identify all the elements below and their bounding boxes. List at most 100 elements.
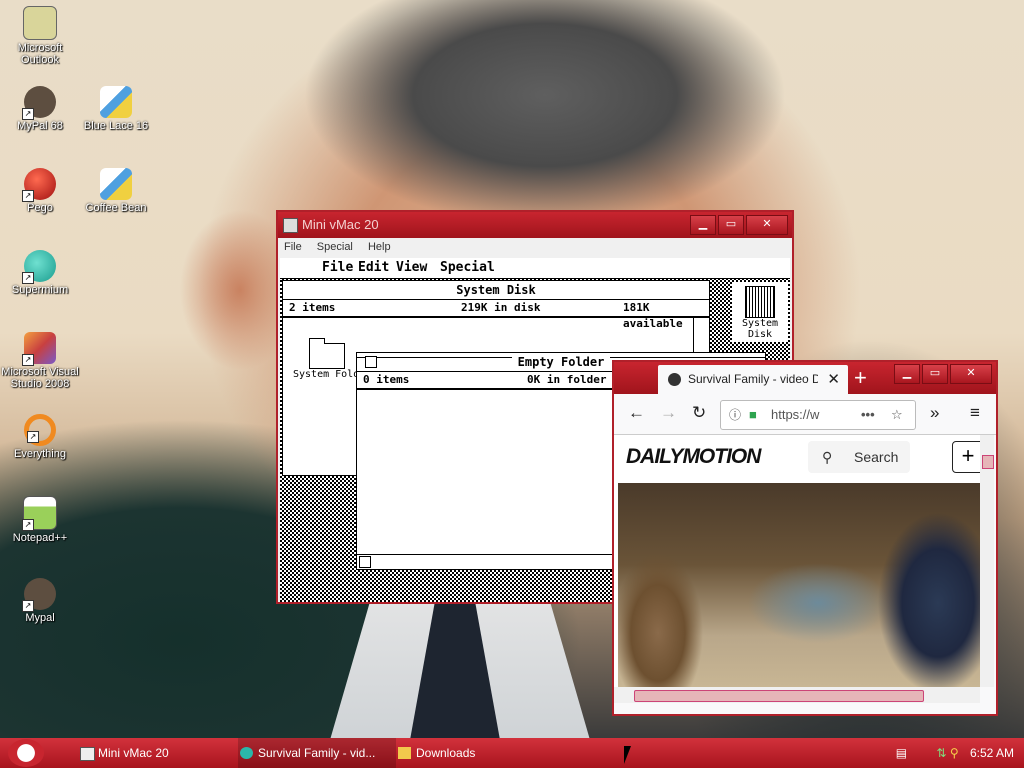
close-tab-icon[interactable]: ✕	[827, 365, 840, 394]
desktop-icon-label: Mypal	[25, 612, 55, 624]
browser-navbar: ← → ↻ ⓘ ■ https://w ••• ☆ » ≡	[614, 394, 996, 435]
desktop-icon-label: Coffee Bean	[85, 202, 147, 214]
paint-icon	[100, 168, 132, 200]
item-count: 0 items	[363, 373, 410, 386]
menu-help[interactable]: Help	[368, 241, 391, 253]
desktop-icon-label: Supermium	[11, 284, 69, 296]
taskbar-item-label: Survival Family - vid...	[258, 746, 376, 760]
desktop-icon-blue-lace[interactable]: Blue Lace 16	[76, 86, 156, 132]
desktop-icon-everything[interactable]: ↗ Everything	[0, 414, 80, 460]
system-folder-icon[interactable]	[309, 338, 345, 369]
mac-menu-view[interactable]: View	[396, 258, 427, 278]
paint-icon	[100, 86, 132, 118]
desktop-icon-supermium[interactable]: ↗ Supermium	[0, 250, 80, 296]
desktop-icon-mypal[interactable]: ↗ Mypal	[0, 578, 80, 624]
video-player[interactable]	[618, 483, 980, 687]
desktop-disk[interactable]: System Disk	[732, 282, 788, 342]
site-search-button[interactable]: ⚲ Search	[808, 441, 910, 473]
desktop-icon-pego[interactable]: ↗ Pego	[0, 168, 80, 214]
supermium-icon	[240, 747, 253, 759]
page-actions-icon[interactable]: •••	[861, 401, 875, 429]
app-window-icon	[80, 747, 95, 761]
overflow-chevron-icon[interactable]: »	[930, 403, 939, 423]
add-button[interactable]: +	[952, 441, 980, 473]
desktop-icon-notepad-plus[interactable]: ↗ Notepad++	[0, 496, 80, 544]
visual-studio-icon: ↗	[22, 332, 56, 366]
reload-icon[interactable]: ↻	[692, 403, 706, 423]
mac-menu-edit[interactable]: Edit	[358, 258, 389, 278]
vertical-scroll-thumb[interactable]	[982, 455, 994, 469]
maximize-button[interactable]: ▭	[922, 364, 948, 384]
menu-special[interactable]: Special	[317, 241, 353, 253]
webpage-content[interactable]: DAILYMOTION ⚲ Search +	[614, 435, 980, 687]
browser-window[interactable]: Survival Family - video Daily ✕ + ▁ ▭ ✕ …	[612, 360, 998, 716]
horizontal-scrollbar[interactable]	[614, 687, 980, 703]
desktop-icon-label: Blue Lace 16	[83, 120, 149, 132]
vmac-host-menubar: File Special Help	[278, 238, 792, 256]
raccoon-icon: ↗	[22, 86, 56, 120]
keyboard-icon[interactable]: ▤	[896, 746, 907, 760]
empty-folder-title: Empty Folder	[511, 355, 611, 369]
system-disk-title: System Disk	[456, 283, 536, 297]
close-button[interactable]: ✕	[746, 215, 788, 235]
desktop-icon-label: Everything	[14, 448, 66, 460]
system-disk-titlebar[interactable]: System Disk	[283, 281, 709, 300]
maximize-button[interactable]: ▭	[718, 215, 744, 235]
raccoon-icon: ↗	[22, 578, 56, 612]
network-icon[interactable]: ⇅	[936, 746, 946, 760]
supermium-icon: ↗	[22, 250, 56, 284]
lock-icon: ■	[749, 407, 757, 422]
close-box-icon[interactable]	[365, 356, 377, 368]
outlook-icon	[23, 6, 57, 40]
taskbar: Mini vMac 20 Survival Family - vid... Do…	[0, 738, 1024, 768]
taskbar-item-label: Mini vMac 20	[98, 746, 169, 760]
disk-used: 219K in disk	[461, 301, 541, 314]
folder-icon	[398, 747, 411, 759]
taskbar-item-downloads[interactable]: Downloads	[396, 738, 556, 768]
info-icon[interactable]: ⓘ	[729, 401, 741, 429]
system-tray: ▤ ⇅ ⚲ 6:52 AM	[896, 738, 1014, 768]
new-tab-button[interactable]: +	[854, 364, 867, 392]
back-icon[interactable]: ←	[628, 403, 645, 423]
clock[interactable]: 6:52 AM	[970, 746, 1014, 760]
minimize-button[interactable]: ▁	[690, 215, 716, 235]
menu-file[interactable]: File	[284, 241, 302, 253]
desktop-disk-label: System Disk	[741, 318, 779, 340]
desktop-icon-outlook[interactable]: Microsoft Outlook	[0, 6, 80, 66]
taskbar-item-label: Downloads	[416, 746, 476, 760]
site-logo[interactable]: DAILYMOTION	[626, 445, 761, 469]
desktop-icon-mypal68[interactable]: ↗ MyPal 68	[0, 86, 80, 132]
search-tray-icon[interactable]: ⚲	[950, 746, 959, 760]
taskbar-item-mini-vmac[interactable]: Mini vMac 20	[78, 738, 238, 768]
minimize-button[interactable]: ▁	[894, 364, 920, 384]
mac-menu-file[interactable]: File	[322, 258, 353, 278]
search-label: Search	[854, 449, 899, 465]
scroll-left-icon[interactable]	[359, 556, 371, 568]
notepad-plus-icon: ↗	[22, 496, 57, 531]
dailymotion-favicon-icon	[668, 373, 681, 386]
system-disk-info: 2 items 219K in disk 181K available	[283, 300, 709, 330]
bookmark-star-icon[interactable]: ☆	[891, 401, 903, 429]
mac-menu-special[interactable]: Special	[440, 258, 495, 278]
taskbar-item-browser[interactable]: Survival Family - vid...	[238, 738, 396, 768]
browser-tab-active[interactable]: Survival Family - video Daily ✕	[658, 365, 848, 394]
tab-label: Survival Family - video Daily	[688, 372, 818, 386]
desktop-icon-label: Notepad++	[12, 532, 68, 544]
red-ball-icon: ↗	[22, 168, 56, 202]
folder-size: 0K in folder	[527, 373, 607, 386]
desktop-icon-coffee-bean[interactable]: Coffee Bean	[76, 168, 156, 214]
close-button[interactable]: ✕	[950, 364, 992, 384]
horizontal-scroll-thumb[interactable]	[634, 690, 924, 702]
desktop-icon-label: MyPal 68	[17, 120, 63, 132]
mouse-cursor-icon	[624, 746, 631, 764]
hamburger-menu-icon[interactable]: ≡	[970, 403, 980, 423]
mac-menubar: File Edit View Special	[280, 258, 790, 279]
start-button[interactable]	[8, 739, 44, 767]
browser-tabbar: Survival Family - video Daily ✕ + ▁ ▭ ✕	[614, 362, 996, 394]
desktop-icon-visual-studio[interactable]: ↗ Microsoft Visual Studio 2008	[0, 332, 80, 390]
forward-icon[interactable]: →	[660, 403, 677, 423]
url-bar[interactable]: ⓘ ■ https://w ••• ☆	[720, 400, 916, 430]
vertical-scrollbar[interactable]	[980, 435, 994, 687]
item-count: 2 items	[289, 301, 336, 314]
mini-vmac-titlebar[interactable]: Mini vMac 20 ▁ ▭ ✕	[278, 212, 792, 238]
